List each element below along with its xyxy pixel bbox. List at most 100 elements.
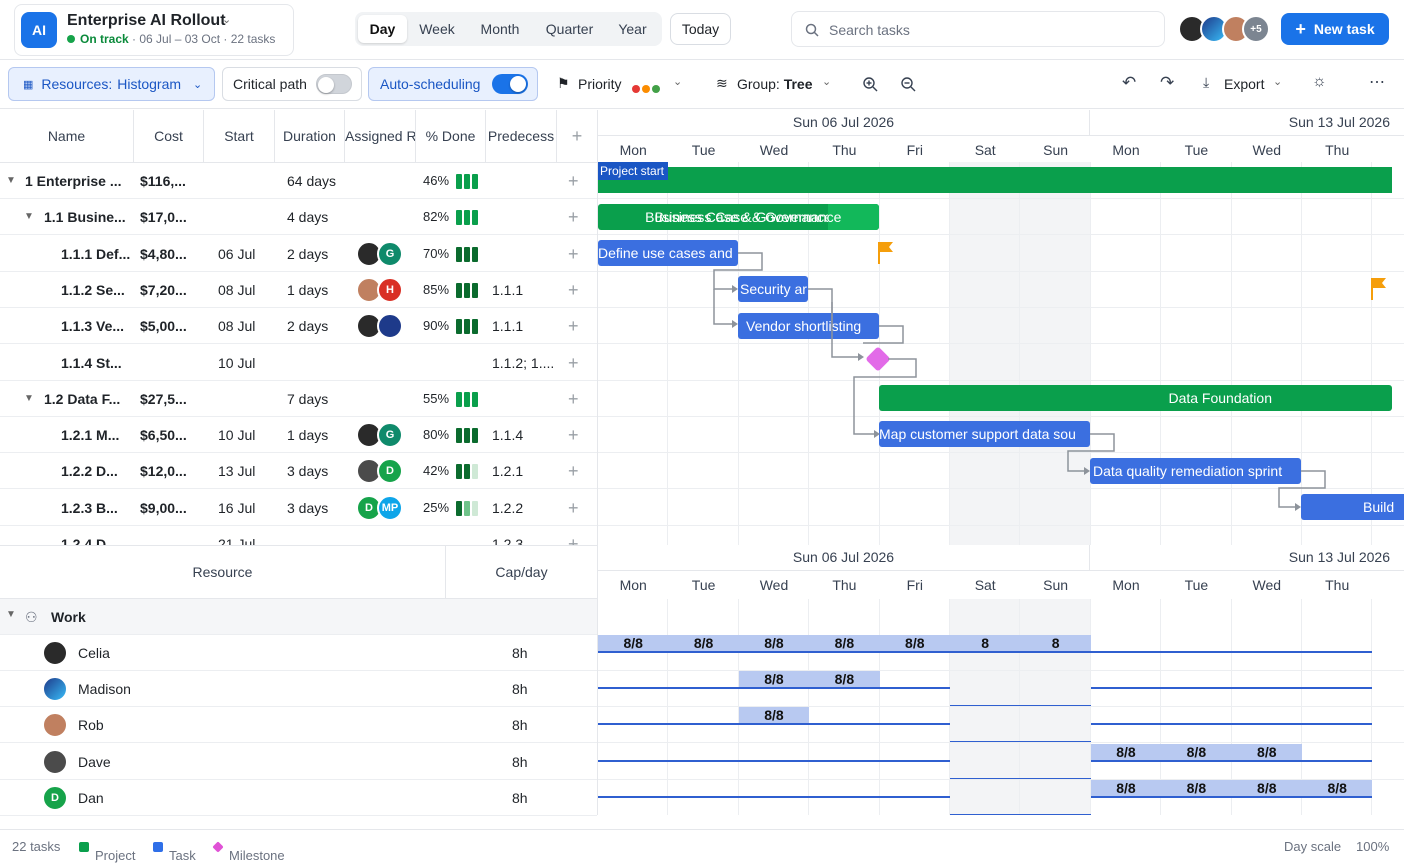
task-duration[interactable]: 7 days <box>287 381 328 417</box>
add-subtask-icon[interactable]: + <box>568 417 579 453</box>
col-done[interactable]: % Done <box>416 110 486 163</box>
col-start[interactable]: Start <box>204 110 275 163</box>
resource-row[interactable]: Dave 8h <box>0 744 597 780</box>
resource-row[interactable]: Rob 8h <box>0 707 597 744</box>
task-row[interactable]: 1.1.1 Def... $4,80... 06 Jul 2 days G 70% + <box>0 236 597 272</box>
collapse-icon[interactable]: ▼ <box>6 609 16 620</box>
assignee-avatar[interactable]: D <box>377 458 403 485</box>
resources-dropdown[interactable]: ▦ Resources: Histogram ⌄ <box>8 67 215 101</box>
col-name[interactable]: Name <box>0 110 134 163</box>
add-subtask-icon[interactable]: + <box>568 236 579 272</box>
view-quarter[interactable]: Quarter <box>538 15 601 43</box>
add-subtask-icon[interactable]: + <box>568 163 579 199</box>
view-year[interactable]: Year <box>609 15 656 43</box>
add-subtask-icon[interactable]: + <box>568 345 579 381</box>
task-name[interactable]: 1.2 Data F... <box>44 381 120 417</box>
theme-icon[interactable]: ☼ <box>1312 73 1327 91</box>
task-start[interactable]: 10 Jul <box>218 345 255 381</box>
task-duration[interactable]: 1 days <box>287 417 328 453</box>
add-subtask-icon[interactable]: + <box>568 308 579 344</box>
task-duration[interactable]: 3 days <box>287 453 328 489</box>
redo-icon[interactable]: ↷ <box>1160 73 1174 93</box>
task-row[interactable]: 1.2.3 B... $9,00... 16 Jul 3 days D MP 25% 1.2.… <box>0 490 597 526</box>
project-title[interactable]: Enterprise AI Rollout <box>67 12 226 30</box>
task-start[interactable]: 13 Jul <box>218 453 255 489</box>
task-predecessors[interactable]: 1.1.4 <box>492 417 523 453</box>
undo-icon[interactable]: ↶ <box>1122 73 1136 93</box>
auto-scheduling-switch[interactable] <box>492 74 528 94</box>
assignee-avatar[interactable]: H <box>377 276 403 303</box>
priority-filter[interactable]: Priority <box>578 76 622 92</box>
search-input[interactable]: Search tasks <box>791 11 1165 47</box>
new-task-button[interactable]: + New task <box>1281 13 1389 45</box>
col-predecessors[interactable]: Predecess <box>486 110 557 163</box>
collapse-icon[interactable]: ▼ <box>6 163 16 199</box>
task-row[interactable]: 1.1.2 Se... $7,20... 08 Jul 1 days H 85% 1.1.1… <box>0 272 597 308</box>
assignee-avatar[interactable]: G <box>377 422 403 449</box>
task-row[interactable]: ▼ 1.2 Data F... $27,5... 7 days 55% + <box>0 381 597 417</box>
resource-group-row[interactable]: ▼ ⚇ Work <box>0 599 597 635</box>
today-button[interactable]: Today <box>670 13 731 45</box>
chevron-down-icon[interactable]: ⌄ <box>222 13 231 26</box>
task-predecessors[interactable]: 1.2.3 <box>492 526 523 545</box>
col-assigned[interactable]: Assigned R <box>345 110 416 163</box>
task-name[interactable]: 1.2.3 B... <box>61 490 118 526</box>
collapse-icon[interactable]: ▼ <box>24 381 34 417</box>
chevron-down-icon[interactable]: ⌄ <box>673 75 682 88</box>
chevron-down-icon[interactable]: ⌄ <box>1273 75 1282 88</box>
task-start[interactable]: 08 Jul <box>218 308 255 344</box>
task-start[interactable]: 16 Jul <box>218 490 255 526</box>
task-row[interactable]: ▼ 1 Enterprise ... $116,... 64 days 46% + <box>0 163 597 199</box>
critical-path-switch[interactable] <box>316 74 352 94</box>
task-start[interactable]: 21 Jul <box>218 526 255 545</box>
zoom-out-icon[interactable] <box>900 76 916 92</box>
task-duration[interactable]: 64 days <box>287 163 336 199</box>
zoom-in-icon[interactable] <box>862 76 878 92</box>
add-column-icon[interactable]: + <box>557 110 597 163</box>
task-row[interactable]: ▼ 1.1 Busine... $17,0... 4 days 82% + <box>0 199 597 236</box>
task-predecessors[interactable]: 1.1.1 <box>492 272 523 308</box>
task-predecessors[interactable]: 1.2.1 <box>492 453 523 489</box>
task-predecessors[interactable]: 1.1.1 <box>492 308 523 344</box>
group-dropdown[interactable]: Group: Tree <box>737 76 813 92</box>
chevron-down-icon[interactable]: ⌄ <box>822 75 831 88</box>
assignee-avatar[interactable]: G <box>377 240 403 267</box>
task-duration[interactable]: 1 days <box>287 272 328 308</box>
assignee-avatar[interactable]: MP <box>377 494 403 521</box>
task-start[interactable]: 10 Jul <box>218 417 255 453</box>
task-row[interactable]: 1.1.3 Ve... $5,00... 08 Jul 2 days 90% 1.1.1 + <box>0 308 597 345</box>
more-icon[interactable]: ⋯ <box>1369 72 1385 92</box>
add-subtask-icon[interactable]: + <box>568 272 579 308</box>
col-resource[interactable]: Resource <box>0 546 446 599</box>
add-subtask-icon[interactable]: + <box>568 453 579 489</box>
resource-row[interactable]: Celia 8h <box>0 635 597 671</box>
avatar-more[interactable]: +5 <box>1242 15 1270 43</box>
task-name[interactable]: 1.1.1 Def... <box>61 236 130 272</box>
task-name[interactable]: 1.2.4 D... <box>61 526 118 545</box>
task-name[interactable]: 1.2.2 D... <box>61 453 118 489</box>
resource-row[interactable]: D Dan 8h <box>0 780 597 816</box>
col-cost[interactable]: Cost <box>134 110 204 163</box>
export-button[interactable]: Export <box>1224 76 1264 92</box>
task-row[interactable]: 1.2.4 D... 21 Jul 1.2.3 + <box>0 526 597 545</box>
task-start[interactable]: 06 Jul <box>218 236 255 272</box>
col-duration[interactable]: Duration <box>275 110 345 163</box>
resource-row[interactable]: Madison 8h <box>0 671 597 708</box>
view-day[interactable]: Day <box>358 15 407 43</box>
task-row[interactable]: 1.2.2 D... $12,0... 13 Jul 3 days D 42% 1.2.1 + <box>0 453 597 490</box>
task-duration[interactable]: 2 days <box>287 308 328 344</box>
col-cap[interactable]: Cap/day <box>446 546 597 599</box>
collapse-icon[interactable]: ▼ <box>24 199 34 235</box>
task-row[interactable]: 1.2.1 M... $6,50... 10 Jul 1 days G 80% 1.1.4 + <box>0 417 597 454</box>
task-duration[interactable]: 3 days <box>287 490 328 526</box>
task-name[interactable]: 1.1.3 Ve... <box>61 308 124 344</box>
task-start[interactable]: 08 Jul <box>218 272 255 308</box>
task-duration[interactable]: 4 days <box>287 199 328 235</box>
task-predecessors[interactable]: 1.1.2; 1.... <box>492 345 554 381</box>
add-subtask-icon[interactable]: + <box>568 526 579 545</box>
task-row[interactable]: 1.1.4 St... 10 Jul 1.1.2; 1.... + <box>0 345 597 381</box>
task-duration[interactable]: 2 days <box>287 236 328 272</box>
add-subtask-icon[interactable]: + <box>568 490 579 526</box>
assignee-avatar[interactable] <box>377 313 403 340</box>
task-name[interactable]: 1.1.4 St... <box>61 345 122 381</box>
